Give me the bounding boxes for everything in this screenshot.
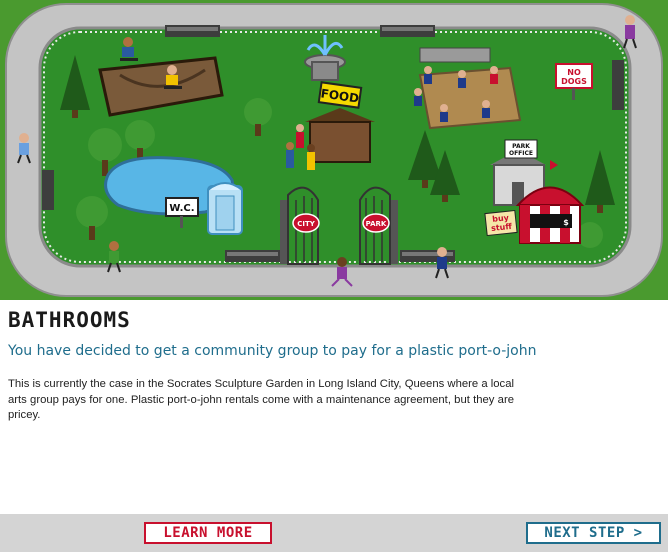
person-near-food-2 bbox=[286, 142, 294, 168]
player-2 bbox=[458, 70, 466, 88]
park-office-line1: PARK bbox=[512, 143, 530, 150]
player-3 bbox=[490, 66, 498, 84]
description-text: This is currently the case in the Socrat… bbox=[8, 378, 514, 421]
learn-more-button[interactable]: LEARN MORE bbox=[144, 522, 272, 544]
player-5 bbox=[440, 104, 448, 122]
bench-top-left bbox=[165, 25, 220, 37]
park-office-line2: OFFICE bbox=[509, 150, 533, 157]
bench-left bbox=[42, 170, 54, 210]
bench-bottom-left bbox=[225, 250, 280, 262]
park-sign: PARK bbox=[366, 220, 387, 228]
player-4 bbox=[414, 88, 422, 106]
footer-bar: LEARN MORE NEXT STEP > bbox=[0, 514, 668, 552]
city-sign: CITY bbox=[297, 220, 316, 228]
port-o-john bbox=[207, 182, 243, 235]
content-panel: BATHROOMS You have decided to get a comm… bbox=[0, 300, 668, 514]
next-step-button[interactable]: NEXT STEP > bbox=[526, 522, 661, 544]
booth-sign: $ bbox=[563, 218, 569, 227]
person-near-food-1 bbox=[296, 124, 304, 148]
page-title: BATHROOMS bbox=[8, 308, 131, 332]
player-6 bbox=[482, 100, 490, 118]
buy-stuff-sign: buy stuff bbox=[484, 209, 518, 237]
bench-top-right bbox=[380, 25, 435, 37]
no-dogs-line2: DOGS bbox=[561, 77, 587, 86]
bench-right bbox=[612, 60, 624, 110]
no-dogs-line1: NO bbox=[567, 68, 581, 77]
player-1 bbox=[424, 66, 432, 84]
wc-sign-text: W.C. bbox=[169, 203, 194, 214]
decision-subheading: You have decided to get a community grou… bbox=[8, 343, 537, 359]
person-near-food-3 bbox=[307, 144, 315, 170]
park-scene-illustration: FOOD NO DOGS PARK OFFICE W.C. CITY PARK … bbox=[0, 0, 668, 300]
